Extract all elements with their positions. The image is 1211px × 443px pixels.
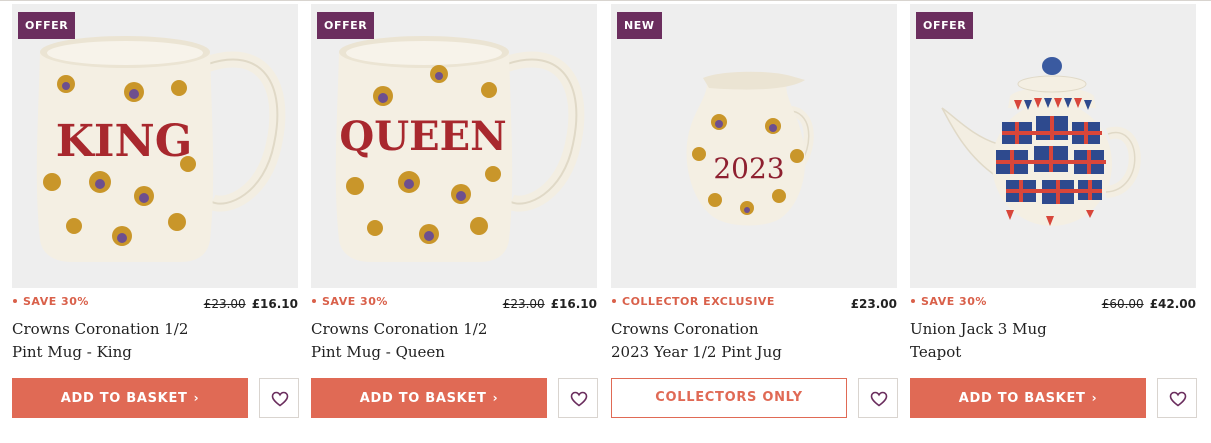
add-to-basket-label: ADD TO BASKET — [958, 391, 1086, 406]
promo-dot-icon — [13, 299, 17, 303]
promo-label: SAVE 30% — [12, 295, 89, 308]
jug-lettering: 2023 — [713, 152, 784, 185]
current-price: £16.10 — [550, 297, 597, 311]
add-to-basket-button[interactable]: ADD TO BASKET › — [910, 378, 1146, 418]
product-image[interactable]: 2023 NEW — [611, 4, 897, 288]
price-block: £23.00 £16.10 — [204, 297, 298, 311]
mug-lettering: QUEEN — [339, 113, 506, 160]
current-price: £23.00 — [850, 297, 897, 311]
promo-text: COLLECTOR EXCLUSIVE — [622, 295, 775, 308]
chevron-right-icon: › — [1091, 391, 1098, 405]
offer-badge: OFFER — [18, 12, 76, 39]
collectors-only-button[interactable]: COLLECTORS ONLY — [611, 378, 847, 418]
promo-label: COLLECTOR EXCLUSIVE — [611, 295, 775, 308]
add-to-basket-label: ADD TO BASKET — [60, 391, 188, 406]
product-title-line-1[interactable]: Crowns Coronation 1/2 — [311, 320, 487, 338]
promo-text: SAVE 30% — [921, 295, 987, 308]
heart-icon — [870, 391, 888, 407]
promo-dot-icon — [312, 299, 316, 303]
chevron-right-icon: › — [492, 391, 499, 405]
price-block: £23.00 — [851, 297, 897, 311]
chevron-right-icon: › — [193, 391, 200, 405]
product-image[interactable]: KING OFFER — [12, 4, 298, 288]
promo-text: SAVE 30% — [322, 295, 388, 308]
price-block: £60.00 £42.00 — [1102, 297, 1196, 311]
collectors-only-label: COLLECTORS ONLY — [655, 390, 803, 405]
wishlist-button[interactable] — [1157, 378, 1197, 418]
mug-lettering: KING — [56, 116, 193, 167]
product-title[interactable]: Crowns Coronation 1/2 Pint Mug - Queen — [311, 318, 551, 364]
product-title[interactable]: Crowns Coronation 2023 Year 1/2 Pint Jug — [611, 318, 851, 364]
wishlist-button[interactable] — [858, 378, 898, 418]
offer-badge: OFFER — [317, 12, 375, 39]
product-card-2023-jug: 2023 NEW COLLECTOR EXCLUSIVE £23.00 Crow… — [611, 0, 898, 443]
new-badge: NEW — [617, 12, 662, 39]
product-title-line-2[interactable]: 2023 Year 1/2 Pint Jug — [611, 343, 782, 361]
current-price: £16.10 — [251, 297, 298, 311]
product-card-queen-mug: QUEEN OFFER SAVE 30% £23.00 £16.10 Crowns… — [311, 0, 598, 443]
was-price: £23.00 — [203, 297, 246, 311]
product-title[interactable]: Crowns Coronation 1/2 Pint Mug - King — [12, 318, 252, 364]
price-block: £23.00 £16.10 — [503, 297, 597, 311]
product-card-king-mug: KING OFFER SAVE 30% £23.00 £16.10 Crowns … — [12, 0, 299, 443]
add-to-basket-button[interactable]: ADD TO BASKET › — [311, 378, 547, 418]
product-title-line-1[interactable]: Crowns Coronation 1/2 — [12, 320, 188, 338]
promo-label: SAVE 30% — [910, 295, 987, 308]
promo-text: SAVE 30% — [23, 295, 89, 308]
heart-icon — [1169, 391, 1187, 407]
promo-dot-icon — [911, 299, 915, 303]
heart-icon — [271, 391, 289, 407]
product-title[interactable]: Union Jack 3 Mug Teapot — [910, 318, 1150, 364]
was-price: £23.00 — [502, 297, 545, 311]
wishlist-button[interactable] — [259, 378, 299, 418]
current-price: £42.00 — [1149, 297, 1196, 311]
offer-badge: OFFER — [916, 12, 974, 39]
product-title-line-2[interactable]: Teapot — [910, 343, 961, 361]
was-price: £60.00 — [1101, 297, 1144, 311]
promo-label: SAVE 30% — [311, 295, 388, 308]
heart-icon — [570, 391, 588, 407]
add-to-basket-label: ADD TO BASKET — [359, 391, 487, 406]
wishlist-button[interactable] — [558, 378, 598, 418]
product-image[interactable]: QUEEN OFFER — [311, 4, 597, 288]
add-to-basket-button[interactable]: ADD TO BASKET › — [12, 378, 248, 418]
product-image[interactable]: OFFER — [910, 4, 1196, 288]
product-card-union-jack-teapot: OFFER SAVE 30% £60.00 £42.00 Union Jack 3… — [910, 0, 1197, 443]
product-title-line-2[interactable]: Pint Mug - King — [12, 343, 132, 361]
product-title-line-1[interactable]: Crowns Coronation — [611, 320, 758, 338]
product-title-line-2[interactable]: Pint Mug - Queen — [311, 343, 445, 361]
promo-dot-icon — [612, 299, 616, 303]
product-title-line-1[interactable]: Union Jack 3 Mug — [910, 320, 1047, 338]
